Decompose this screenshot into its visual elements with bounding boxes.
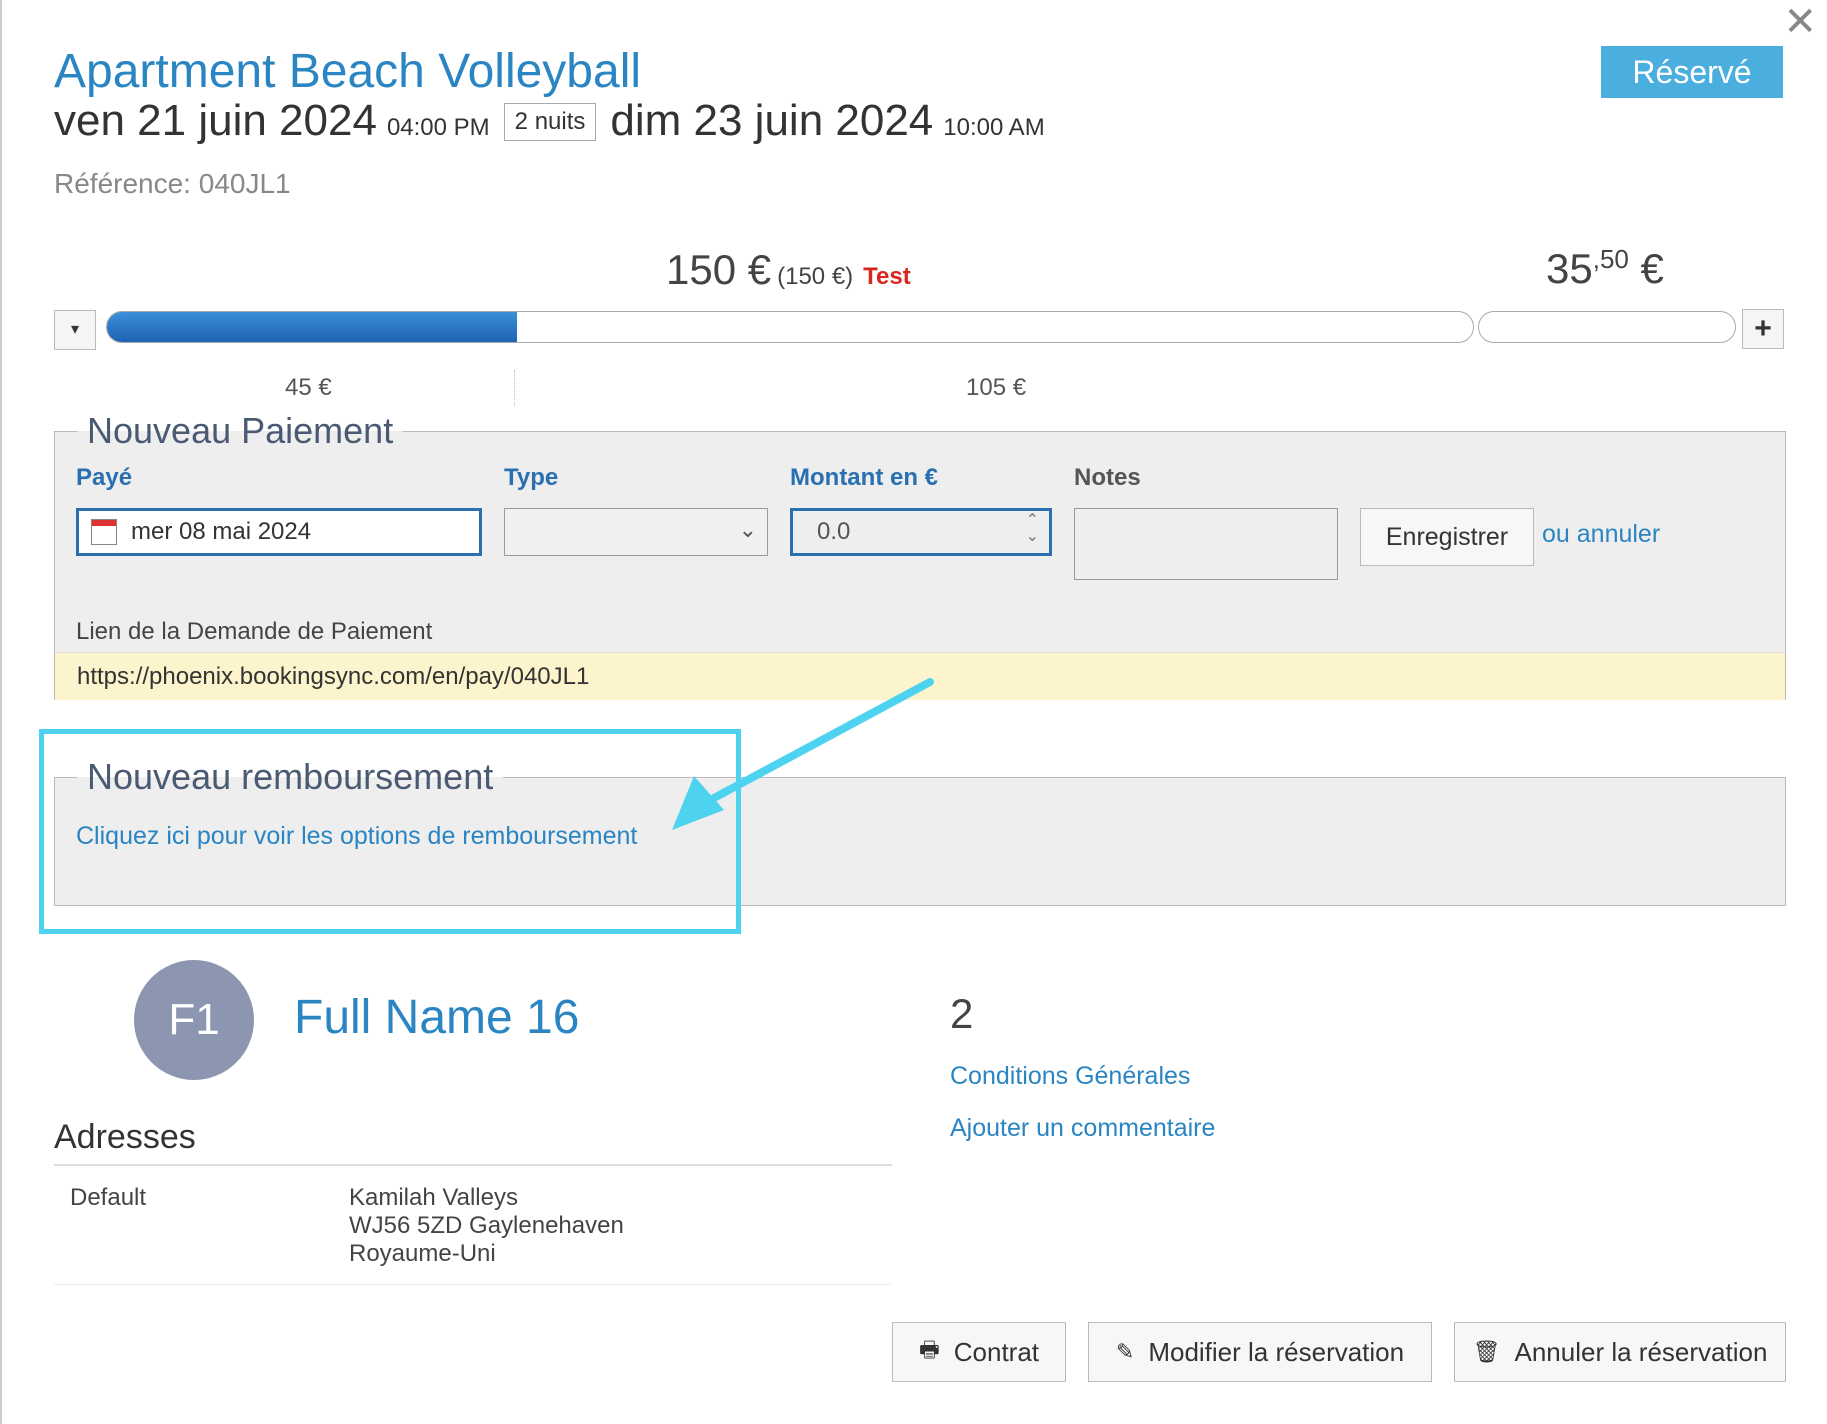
- price-extra: 35,50 €: [1546, 244, 1664, 293]
- trash-icon: 🗑: [1472, 1339, 1501, 1364]
- checkin-time: 04:00 PM: [386, 114, 490, 141]
- address-line-1: Kamilah Valleys: [349, 1184, 518, 1211]
- page-title: Apartment Beach Volleyball: [54, 45, 642, 98]
- or-text: ou: [1542, 520, 1570, 548]
- payment-progress-fill: [107, 312, 517, 342]
- checkout-date: dim 23 juin 2024: [610, 96, 934, 145]
- payment-type-select[interactable]: ⌄: [504, 508, 768, 556]
- addresses-heading: Adresses: [54, 1118, 196, 1156]
- address-line-2: WJ56 5ZD Gaylenehaven: [349, 1212, 624, 1239]
- segment-divider: [514, 370, 515, 406]
- caret-down-button[interactable]: ▾: [54, 310, 96, 350]
- address-line-3: Royaume-Uni: [349, 1240, 496, 1267]
- segment-remaining-label: 105 €: [966, 374, 1027, 401]
- terms-link[interactable]: Conditions Générales: [950, 1062, 1190, 1091]
- contract-button[interactable]: 🖶 Contrat: [892, 1322, 1066, 1382]
- paid-date-input[interactable]: mer 08 mai 2024: [76, 508, 482, 556]
- cancel-booking-button[interactable]: 🗑 Annuler la réservation: [1454, 1322, 1786, 1382]
- paid-date-value: mer 08 mai 2024: [131, 518, 312, 545]
- notes-textarea[interactable]: [1074, 508, 1338, 580]
- checkin-date: ven 21 juin 2024: [54, 96, 377, 145]
- price-total-paren: (150 €): [777, 263, 854, 290]
- addresses-divider: [54, 1164, 892, 1166]
- add-comment-link[interactable]: Ajouter un commentaire: [950, 1114, 1215, 1143]
- annotation-arrow-icon: [672, 678, 934, 830]
- segment-paid-label: 45 €: [285, 374, 332, 401]
- add-button[interactable]: +: [1742, 309, 1784, 349]
- type-label: Type: [504, 464, 559, 491]
- save-button[interactable]: Enregistrer: [1360, 508, 1534, 566]
- avatar: F1: [134, 960, 254, 1080]
- checkout-time: 10:00 AM: [943, 114, 1045, 141]
- booking-modal: ✕ Apartment Beach Volleyball Réservé ven…: [0, 0, 1827, 1424]
- chevron-down-icon: ⌄: [738, 517, 757, 542]
- printer-icon: 🖶: [918, 1337, 940, 1362]
- guest-count: 2: [950, 990, 974, 1037]
- amount-value: 0.0: [817, 518, 851, 545]
- stepper-icon[interactable]: ⌃ ⌄: [1026, 513, 1039, 545]
- paid-date-label: Payé: [76, 464, 133, 491]
- price-total-amount: 150 €: [666, 246, 772, 293]
- payment-link-label: Lien de la Demande de Paiement: [76, 618, 433, 645]
- extra-progress-bar: [1478, 311, 1736, 343]
- nights-badge: 2 nuits: [503, 103, 597, 141]
- pencil-icon: ✎: [1115, 1339, 1135, 1364]
- edit-booking-button[interactable]: ✎ Modifier la réservation: [1088, 1322, 1432, 1382]
- payment-progress-bar: [106, 311, 1474, 343]
- new-payment-legend: Nouveau Paiement: [87, 410, 394, 451]
- close-icon[interactable]: ✕: [1783, 2, 1817, 42]
- price-extra-dec: ,50: [1592, 244, 1629, 274]
- test-label: Test: [863, 263, 911, 290]
- amount-input[interactable]: 0.0 ⌃ ⌄: [790, 508, 1052, 556]
- address-kind: Default: [70, 1184, 147, 1211]
- contract-label: Contrat: [953, 1336, 1040, 1367]
- calendar-icon: [91, 519, 117, 545]
- caret-down-icon: ▾: [70, 321, 80, 338]
- edit-booking-label: Modifier la réservation: [1148, 1336, 1405, 1367]
- notes-label: Notes: [1074, 464, 1141, 491]
- addresses-bottom-divider: [54, 1284, 892, 1285]
- price-total: 150 € (150 €) Test: [666, 246, 911, 294]
- status-badge: Réservé: [1601, 46, 1783, 98]
- plus-icon: +: [1754, 312, 1772, 345]
- annotation-highlight-box: [39, 729, 741, 934]
- or-cancel: ou annuler: [1542, 520, 1660, 549]
- booking-dates: ven 21 juin 2024 04:00 PM 2 nuits dim 23…: [54, 96, 1045, 147]
- booking-reference: Référence: 040JL1: [54, 168, 291, 199]
- guest-name[interactable]: Full Name 16: [294, 990, 579, 1045]
- price-extra-currency: €: [1628, 245, 1664, 292]
- price-extra-int: 35: [1546, 245, 1593, 292]
- cancel-link[interactable]: annuler: [1577, 520, 1660, 548]
- amount-label: Montant en €: [790, 464, 938, 491]
- cancel-booking-label: Annuler la réservation: [1514, 1336, 1768, 1367]
